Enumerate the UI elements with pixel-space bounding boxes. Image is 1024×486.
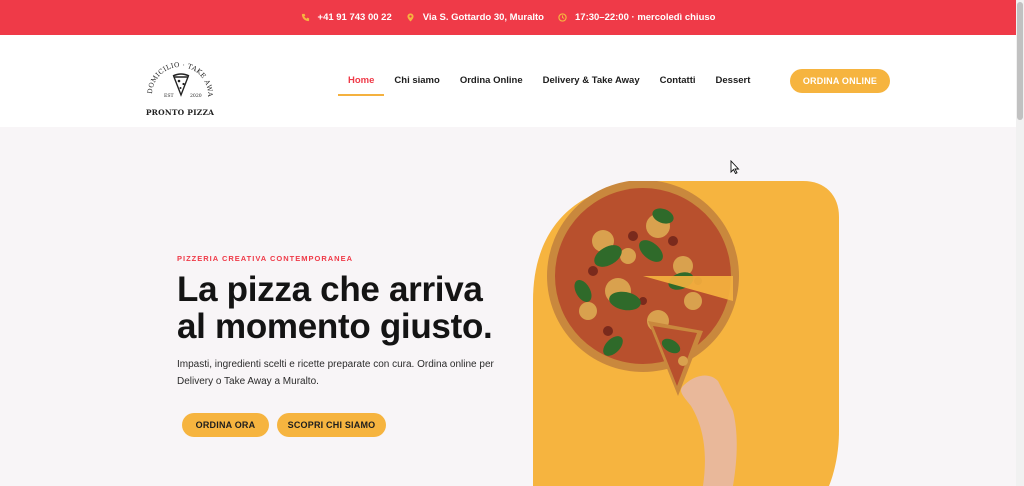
location-pin-icon	[407, 13, 414, 22]
logo-year-right: 2020	[190, 93, 202, 99]
logo-year-left: EST	[164, 93, 175, 99]
nav-item-delivery-take-away[interactable]: Delivery & Take Away	[533, 70, 650, 96]
phone-icon	[301, 13, 309, 22]
topbar-address-text: Via S. Gottardo 30, Muralto	[422, 12, 544, 23]
hero-eyebrow: PIZZERIA CREATIVA CONTEMPORANEA	[177, 254, 354, 263]
hero-description-line-2: Delivery o Take Away a Muralto.	[177, 376, 319, 387]
logo-name: PRONTO PIZZA	[145, 108, 215, 117]
discover-about-button[interactable]: SCOPRI CHI SIAMO	[277, 413, 386, 437]
scrollbar-thumb[interactable]	[1017, 2, 1023, 120]
topbar-phone[interactable]: +41 91 743 00 22	[301, 12, 392, 23]
nav-item-ordina-online[interactable]: Ordina Online	[450, 70, 533, 96]
site-header: A DOMICILIO · TAKE AWAY EST 2020 PRONTO …	[0, 35, 1016, 127]
topbar-hours: 17:30–22:00 · mercoledì chiuso	[558, 12, 715, 23]
hero-headline-line-2: al momento giusto.	[177, 307, 493, 346]
main-nav: Home Chi siamo Ordina Online Delivery & …	[338, 70, 760, 96]
nav-item-contatti[interactable]: Contatti	[650, 70, 706, 96]
pizza-hero-image	[533, 181, 839, 486]
topbar-phone-text: +41 91 743 00 22	[317, 12, 392, 23]
topbar-hours-text: 17:30–22:00 · mercoledì chiuso	[575, 12, 716, 23]
logo-emblem: A DOMICILIO · TAKE AWAY EST 2020	[136, 45, 213, 99]
hero-headline-line-1: La pizza che arriva	[177, 270, 483, 309]
nav-item-dessert[interactable]: Dessert	[706, 70, 761, 96]
nav-item-chi-siamo[interactable]: Chi siamo	[384, 70, 449, 96]
hero-description-line-1: Impasti, ingredienti scelti e ricette pr…	[177, 359, 494, 370]
nav-item-home[interactable]: Home	[338, 70, 385, 96]
page-scrollbar[interactable]	[1016, 0, 1024, 486]
site-logo[interactable]: A DOMICILIO · TAKE AWAY EST 2020 PRONTO …	[136, 45, 220, 121]
mouse-pointer-icon	[730, 160, 740, 174]
hero-description: Impasti, ingredienti scelti e ricette pr…	[177, 356, 507, 390]
clock-icon	[558, 13, 567, 22]
order-online-button[interactable]: ORDINA ONLINE	[790, 69, 890, 93]
top-info-bar: +41 91 743 00 22 Via S. Gottardo 30, Mur…	[0, 0, 1016, 35]
topbar-address[interactable]: Via S. Gottardo 30, Muralto	[406, 12, 544, 23]
hero-headline: La pizza che arriva al momento giusto.	[177, 271, 517, 345]
order-now-button[interactable]: ORDINA ORA	[182, 413, 269, 437]
